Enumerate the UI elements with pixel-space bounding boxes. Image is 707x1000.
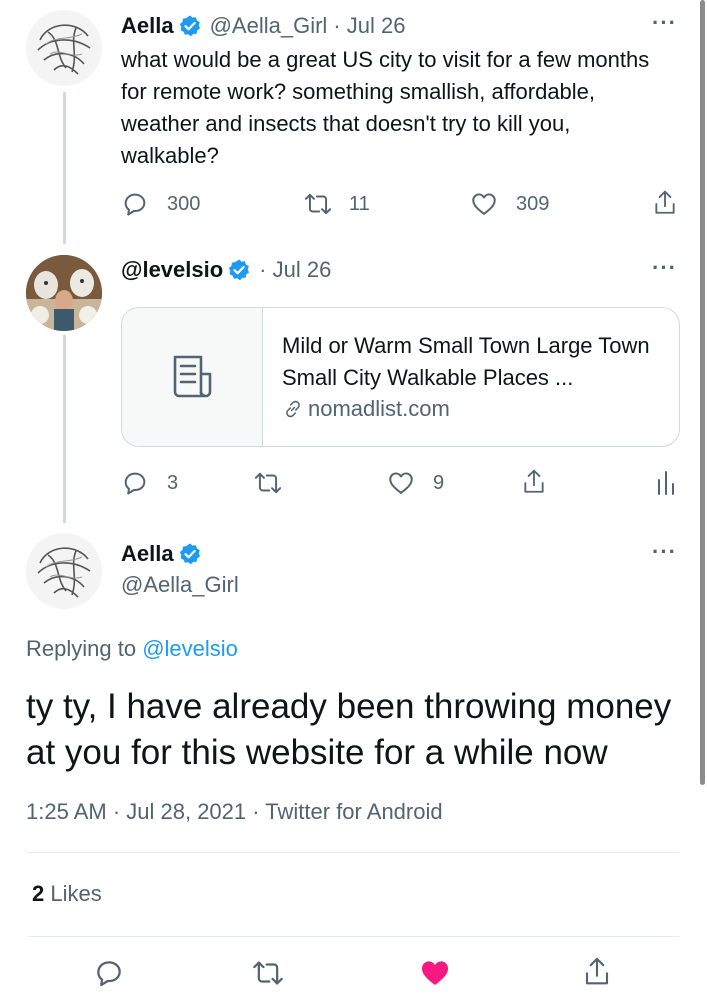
reply-icon: [124, 193, 146, 216]
analytics-icon: [658, 471, 674, 495]
retweet-button[interactable]: [251, 957, 285, 989]
analytics-button[interactable]: [655, 470, 677, 496]
thread-line: [63, 335, 66, 523]
avatar[interactable]: [26, 255, 102, 331]
reply-button[interactable]: 3: [121, 469, 178, 497]
avatar-photo-icon: [26, 255, 102, 331]
timestamp[interactable]: · Jul 26: [333, 13, 405, 39]
retweet-icon: [304, 193, 332, 215]
share-button[interactable]: [652, 188, 678, 218]
more-icon[interactable]: ···: [652, 10, 677, 36]
like-count: 9: [433, 471, 445, 494]
likes-label: Likes: [50, 881, 102, 906]
handle[interactable]: @levelsio: [121, 257, 223, 283]
tweet-timestamp: 1:25 AM · Jul 28, 2021 · Twitter for And…: [26, 799, 443, 824]
likes-summary[interactable]: 2 Likes: [32, 881, 102, 907]
like-icon-filled: [421, 961, 449, 986]
more-icon[interactable]: ···: [652, 539, 677, 565]
link-card[interactable]: Mild or Warm Small Town Large Town Small…: [121, 307, 680, 447]
reply-icon: [124, 472, 146, 495]
verified-icon: [229, 259, 250, 281]
timestamp[interactable]: · Jul 26: [259, 257, 331, 283]
reply-icon: [97, 961, 121, 987]
more-icon[interactable]: ···: [652, 255, 677, 281]
share-icon: [585, 957, 609, 985]
reply-count: 300: [167, 192, 201, 215]
reply-button[interactable]: [93, 957, 125, 989]
reply-button[interactable]: 300: [121, 190, 200, 218]
scrollbar[interactable]: [700, 0, 705, 785]
card-domain: nomadlist.com: [308, 396, 450, 421]
avatar-sketch-icon: [26, 10, 102, 86]
verified-icon: [179, 15, 200, 37]
like-icon: [389, 472, 413, 494]
display-name[interactable]: Aella: [121, 13, 174, 39]
retweet-icon: [254, 472, 282, 494]
verified-icon: [179, 543, 200, 565]
replying-to-link[interactable]: @levelsio: [142, 636, 238, 661]
retweet-count: 11: [349, 192, 370, 215]
reply-count: 3: [167, 471, 179, 494]
like-button[interactable]: 9: [387, 469, 444, 497]
card-thumbnail: [122, 308, 263, 446]
share-icon: [524, 469, 544, 493]
handle[interactable]: @Aella_Girl: [121, 572, 239, 598]
share-icon: [655, 190, 675, 214]
likes-count: 2: [32, 881, 45, 906]
retweet-button[interactable]: 11: [303, 190, 370, 218]
share-button[interactable]: [582, 955, 612, 989]
like-count: 309: [516, 192, 550, 215]
divider: [28, 936, 679, 937]
main-tweet-text: ty ty, I have already been throwing mone…: [26, 687, 672, 772]
card-title: Mild or Warm Small Town Large Town Small…: [282, 333, 650, 390]
share-button[interactable]: [521, 467, 547, 497]
replying-prefix: Replying to: [26, 636, 137, 661]
article-icon: [173, 355, 212, 398]
avatar[interactable]: [26, 533, 102, 609]
avatar[interactable]: [26, 10, 102, 86]
retweet-icon: [253, 961, 283, 985]
divider: [28, 852, 679, 853]
like-button-active[interactable]: [418, 956, 452, 990]
retweet-button[interactable]: [253, 469, 283, 497]
tweet-text: what would be a great US city to visit f…: [121, 47, 650, 168]
display-name[interactable]: Aella: [121, 541, 174, 567]
link-icon: [286, 400, 300, 418]
thread-line: [63, 92, 66, 244]
like-button[interactable]: 309: [470, 190, 549, 218]
avatar-sketch-icon: [26, 533, 102, 609]
handle[interactable]: @Aella_Girl: [210, 13, 328, 39]
like-icon: [472, 193, 496, 215]
